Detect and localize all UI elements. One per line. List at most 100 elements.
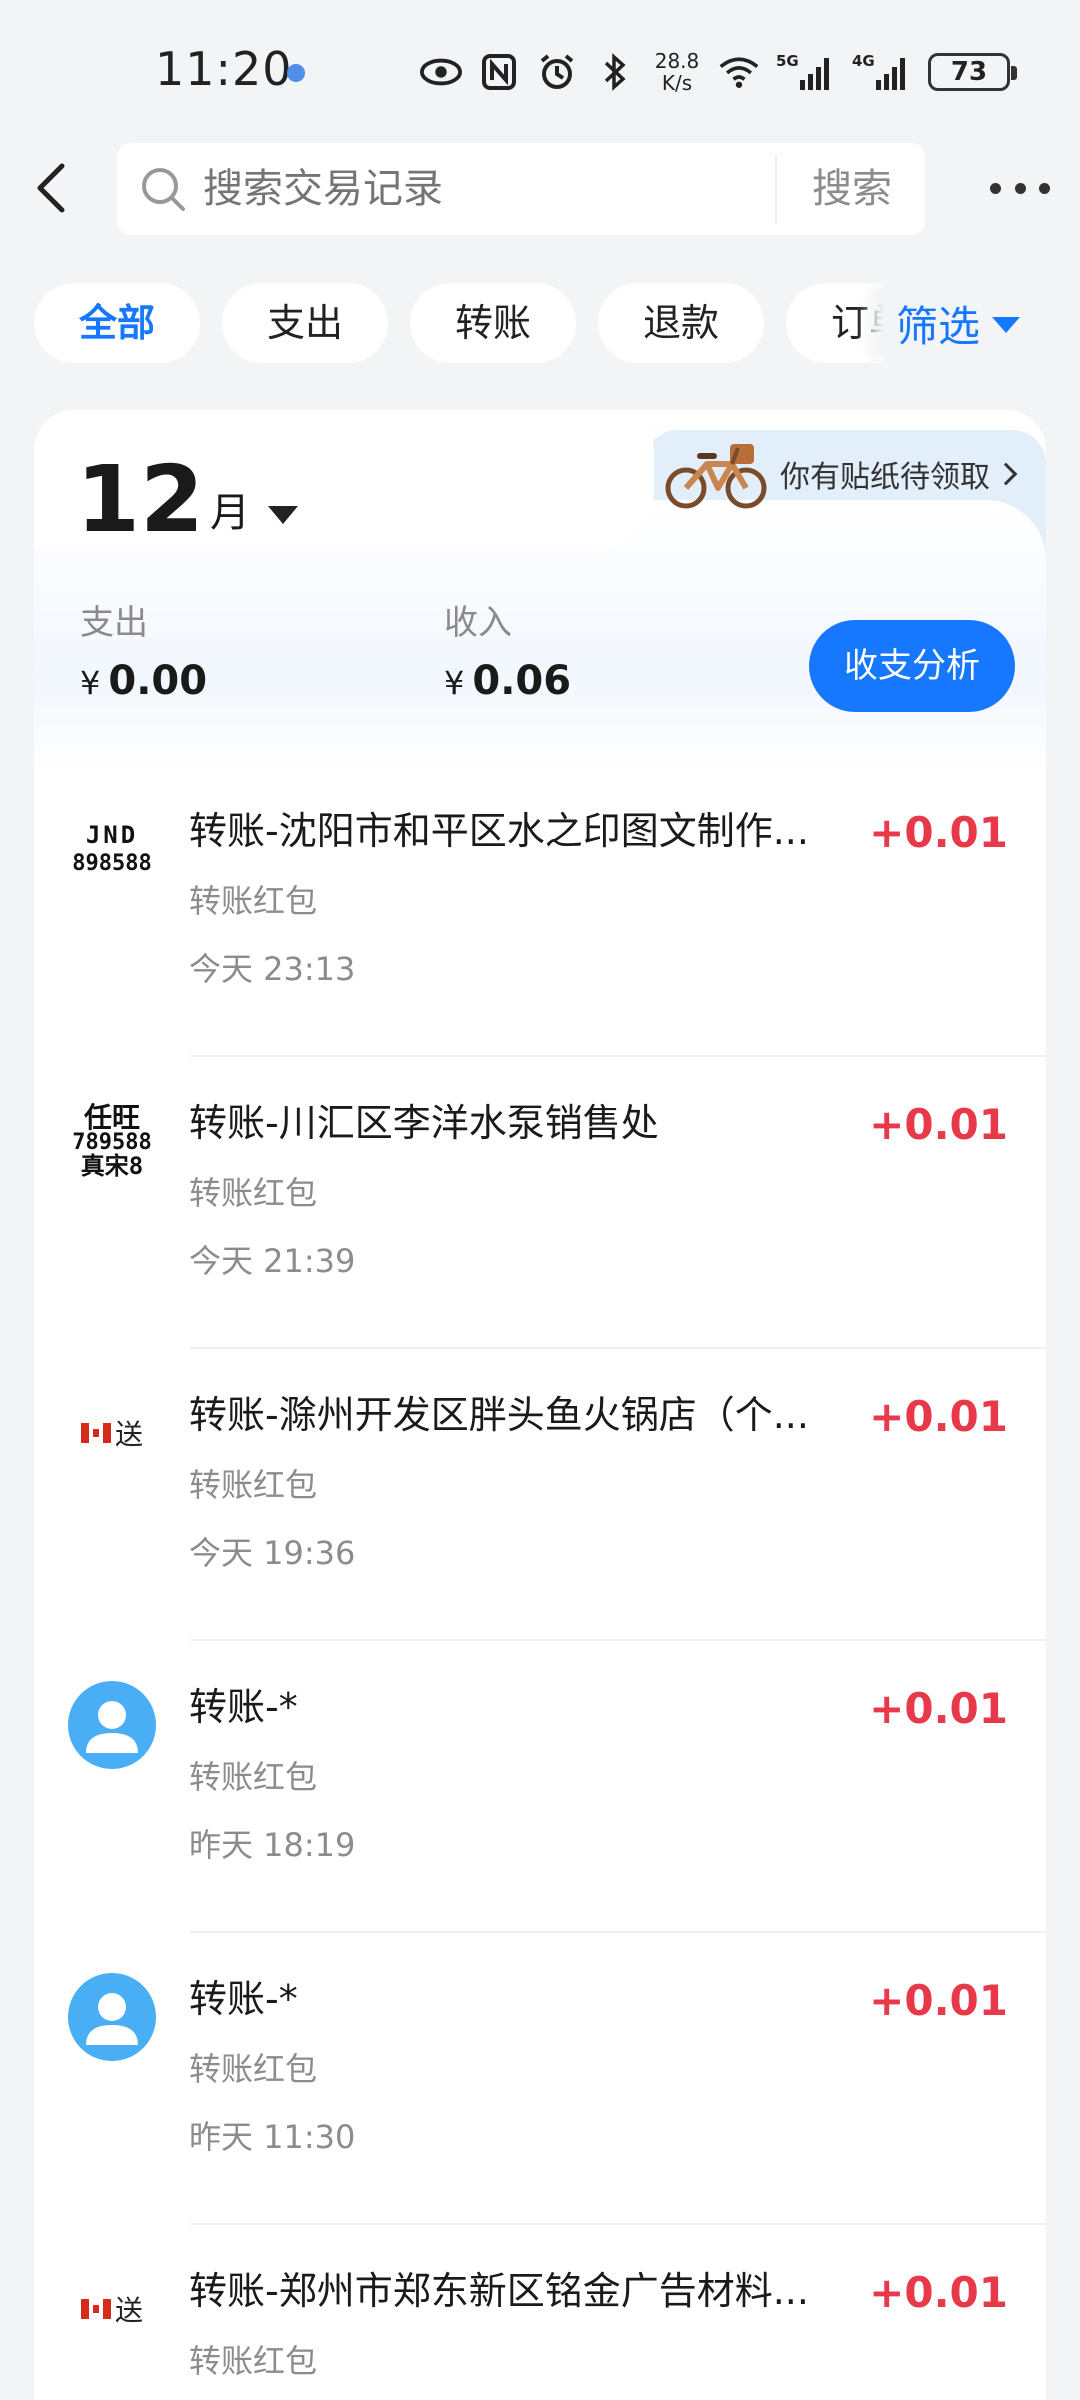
transactions-card: 12 月 你有贴纸待领取 支出 ¥0.00 收入 ¥ 0.06 收支分析 JND… [34,410,1046,2400]
signal-4g-label: 4G [852,52,875,70]
logo-line-1: JND [85,821,139,849]
transaction-amount: +0.01 [869,1392,1008,1441]
expense-label: 支出 [80,603,148,643]
search-divider [775,155,777,223]
battery-level: 73 [950,57,988,87]
transaction-title: 转账-沈阳市和平区水之印图文制作... [189,809,809,853]
tab-refund[interactable]: 退款 [598,283,764,363]
filter-tabs: 全部 支出 转账 退款 订单 [34,283,904,363]
transaction-row[interactable]: JND 898588 转账-沈阳市和平区水之印图文制作... 转账红包 今天 2… [34,765,1046,1057]
tab-transfer[interactable]: 转账 [410,283,576,363]
transaction-type: 转账红包 [189,1174,318,1212]
transaction-amount: +0.01 [869,1100,1008,1149]
logo-text: 送 [114,1418,143,1451]
network-speed-unit: K/s [661,71,693,95]
sticker-promo-link[interactable]: 你有贴纸待领取 [662,434,1018,514]
user-avatar-icon [68,1681,156,1769]
back-button[interactable] [30,158,70,218]
month-selector[interactable]: 12 月 [76,446,299,553]
month-summary: 12 月 你有贴纸待领取 支出 ¥0.00 收入 ¥ 0.06 收支分析 [34,410,1046,770]
transaction-type: 转账红包 [189,882,318,920]
bicycle-icon [665,444,767,509]
caret-down-icon [992,317,1021,333]
logo-text: 送 [114,2294,143,2327]
expense-amount: 0.00 [108,658,208,704]
expense-currency: ¥ [80,664,101,702]
network-speed: 28.8 K/s [652,50,702,94]
bluetooth-icon [594,52,636,92]
transaction-type: 转账红包 [189,2342,318,2380]
income-stat: 收入 ¥0.06 [444,595,571,704]
transaction-title: 转账-滁州开发区胖头鱼火锅店（个... [189,1393,809,1437]
chevron-right-icon [994,462,1018,486]
transaction-title: 转账-* [189,1685,298,1729]
transaction-time: 今天 21:39 [189,1242,356,1280]
logo-line-2: 898588 [72,851,152,876]
transaction-time: 昨天 18:19 [189,1826,356,1864]
status-icons: 28.8 K/s 5G 4G 73 [420,44,1017,100]
transaction-time: 今天 19:36 [189,1534,356,1572]
merchant-logo: 送 [68,2265,156,2353]
transaction-amount: +0.01 [869,2268,1008,2317]
merchant-logo-text: 任旺 789588 真宋8 [72,1101,152,1180]
more-options-button[interactable] [990,166,1050,210]
signal-5g-label: 5G [776,52,799,70]
canada-flag-icon [80,2299,111,2319]
transaction-row[interactable]: 转账-* 转账红包 昨天 11:30 +0.01 [34,1933,1046,2225]
transaction-row[interactable]: 转账-* 转账红包 昨天 18:19 +0.01 [34,1641,1046,1933]
tab-expense[interactable]: 支出 [222,283,388,363]
expense-value: ¥0.00 [80,658,207,704]
transaction-row[interactable]: 送 转账-郑州市郑东新区铭金广告材料... 转账红包 +0.01 [34,2225,1046,2400]
merchant-logo: 任旺 789588 真宋8 [68,1097,156,1185]
transaction-time: 昨天 11:30 [189,2118,356,2156]
merchant-logo-text: JND 898588 [72,823,151,875]
income-value: ¥0.06 [444,658,571,704]
transaction-records-screen: 11:20 28.8 K/s 5G 4G 73 搜索交易记录 搜索 全部 支出 … [0,0,1080,2400]
battery-indicator: 73 [928,53,1017,91]
search-input[interactable] [203,143,763,235]
transaction-type: 转账红包 [189,1758,318,1796]
transaction-title: 转账-川汇区李洋水泵销售处 [189,1101,659,1145]
alarm-icon [536,52,578,92]
search-bar: 搜索 [117,143,925,235]
nfc-icon [478,52,520,92]
canada-flag-icon [80,1423,111,1443]
sticker-promo-text: 你有贴纸待领取 [780,460,990,495]
filter-label: 筛选 [896,301,981,351]
transaction-time: 今天 23:13 [189,950,356,988]
flag-logo: 送 [80,2289,143,2329]
more-dot-icon [990,182,1001,194]
filter-button[interactable]: 筛选 [884,283,1021,363]
logo-line-2: 789588 [72,1130,152,1155]
transaction-amount: +0.01 [869,808,1008,857]
merchant-logo: 送 [68,1389,156,1477]
search-icon [142,168,185,211]
transaction-list: JND 898588 转账-沈阳市和平区水之印图文制作... 转账红包 今天 2… [34,765,1046,2400]
logo-line-3: 真宋8 [80,1152,144,1180]
signal-4g-icon: 4G [852,52,912,92]
merchant-logo: JND 898588 [68,805,156,893]
transaction-type: 转账红包 [189,2050,318,2088]
more-dot-icon [1039,182,1050,194]
eye-icon [420,52,462,92]
expense-stat: 支出 ¥0.00 [80,595,207,704]
logo-line-1: 任旺 [83,1101,140,1134]
transaction-title: 转账-郑州市郑东新区铭金广告材料... [189,2269,809,2313]
income-currency: ¥ [444,664,465,702]
month-number: 12 [76,446,205,553]
wifi-icon [718,52,760,92]
flag-logo: 送 [80,1413,143,1453]
notification-dot-icon [287,64,305,82]
status-bar: 11:20 28.8 K/s 5G 4G 73 [0,0,1080,140]
more-dot-icon [1014,182,1026,194]
tab-all[interactable]: 全部 [34,283,200,363]
transaction-amount: +0.01 [869,1684,1008,1733]
transaction-row[interactable]: 任旺 789588 真宋8 转账-川汇区李洋水泵销售处 转账红包 今天 21:3… [34,1057,1046,1349]
transaction-row[interactable]: 送 转账-滁州开发区胖头鱼火锅店（个... 转账红包 今天 19:36 +0.0… [34,1349,1046,1641]
signal-5g-icon: 5G [776,52,836,92]
transaction-title: 转账-* [189,1977,298,2021]
search-button[interactable]: 搜索 [779,143,925,235]
income-label: 收入 [444,603,512,643]
status-time: 11:20 [155,42,293,96]
income-expense-analysis-button[interactable]: 收支分析 [809,620,1015,712]
